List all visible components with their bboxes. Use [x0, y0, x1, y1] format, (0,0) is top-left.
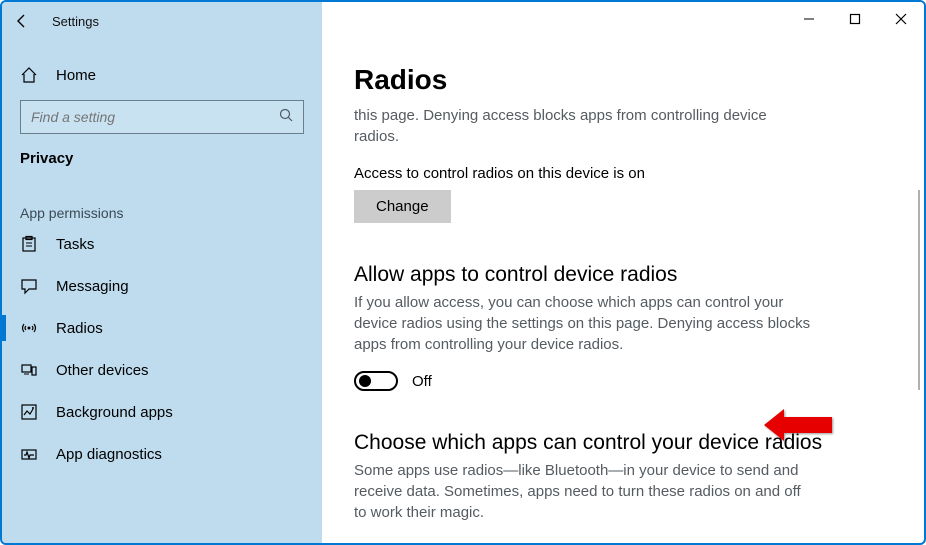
app-title: Settings	[52, 14, 99, 29]
sidebar-item-tasks[interactable]: Tasks	[2, 223, 322, 265]
category-label: Privacy	[2, 144, 322, 181]
close-button[interactable]	[878, 2, 924, 36]
devices-icon	[20, 361, 38, 379]
sidebar-item-messaging[interactable]: Messaging	[2, 265, 322, 307]
group-label: App permissions	[2, 181, 322, 223]
sidebar-item-other-devices[interactable]: Other devices	[2, 349, 322, 391]
allow-apps-toggle[interactable]	[354, 371, 398, 391]
nav-home-label: Home	[56, 67, 96, 84]
messaging-icon	[20, 277, 38, 295]
sidebar-item-label: Background apps	[56, 404, 173, 421]
sidebar-item-label: App diagnostics	[56, 446, 162, 463]
intro-text: this page. Denying access blocks apps fr…	[354, 106, 814, 147]
toggle-state-label: Off	[412, 373, 432, 390]
sidebar-item-label: Messaging	[56, 278, 129, 295]
sidebar-item-label: Tasks	[56, 236, 94, 253]
toggle-knob	[359, 375, 371, 387]
sidebar-item-label: Radios	[56, 320, 103, 337]
choose-title: Choose which apps can control your devic…	[354, 431, 864, 455]
nav-home[interactable]: Home	[2, 54, 322, 96]
choose-description: Some apps use radios—like Bluetooth—in y…	[354, 461, 814, 523]
radios-icon	[20, 319, 38, 337]
sidebar-item-label: Other devices	[56, 362, 149, 379]
sidebar-item-background-apps[interactable]: Background apps	[2, 391, 322, 433]
sidebar-item-radios[interactable]: Radios	[2, 307, 322, 349]
page-title: Radios	[354, 64, 864, 96]
home-icon	[20, 66, 38, 84]
maximize-button[interactable]	[832, 2, 878, 36]
content-pane: Radios this page. Denying access blocks …	[322, 40, 924, 543]
tasks-icon	[20, 235, 38, 253]
scrollbar[interactable]	[918, 190, 920, 390]
allow-title: Allow apps to control device radios	[354, 263, 864, 287]
search-input[interactable]	[20, 100, 304, 134]
minimize-button[interactable]	[786, 2, 832, 36]
allow-description: If you allow access, you can choose whic…	[354, 293, 814, 355]
change-button[interactable]: Change	[354, 190, 451, 223]
sidebar-item-app-diagnostics[interactable]: App diagnostics	[2, 433, 322, 475]
diagnostics-icon	[20, 445, 38, 463]
back-button[interactable]	[2, 2, 42, 40]
access-status: Access to control radios on this device …	[354, 165, 864, 182]
sidebar: Home Privacy App permissions Tasks	[2, 40, 322, 543]
background-apps-icon	[20, 403, 38, 421]
